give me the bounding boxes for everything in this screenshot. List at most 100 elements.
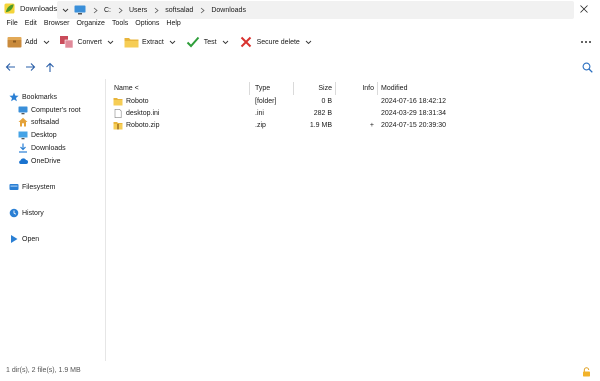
sidebar-bookmarks[interactable]: Bookmarks <box>9 91 57 103</box>
file-name: Roboto.zip <box>126 122 160 129</box>
history-icon <box>9 208 19 218</box>
breadcrumb-separator <box>150 1 162 19</box>
add-label: Add <box>25 38 38 46</box>
folder-icon <box>113 98 123 106</box>
secure-delete-label: Secure delete <box>256 38 300 46</box>
file-info: + <box>369 122 374 129</box>
chevron-down-icon <box>169 40 176 44</box>
sidebar-open-label: Open <box>22 235 40 243</box>
sidebar-item-computers-root[interactable]: Computer's root <box>18 104 81 116</box>
file-name: Roboto <box>126 98 149 105</box>
home-icon <box>18 117 28 127</box>
sidebar-item-label: Desktop <box>31 131 57 139</box>
column-header-size[interactable]: Size <box>295 84 332 94</box>
breadcrumb-softsalad[interactable]: softsalad <box>162 7 196 14</box>
test-dropdown-button[interactable] <box>219 32 233 52</box>
sidebar: Bookmarks Computer's root softsalad Desk… <box>0 79 106 361</box>
add-dropdown-button[interactable] <box>39 32 53 52</box>
archive-box-icon <box>7 35 22 49</box>
convert-dropdown-button[interactable] <box>104 32 118 52</box>
file-row[interactable]: Roboto [folder] 0 B 2024-07-16 18:42:12 <box>107 96 600 107</box>
status-bar: 1 dir(s), 2 file(s), 1.9 MB <box>0 363 600 381</box>
sidebar-filesystem-label: Filesystem <box>22 183 56 191</box>
file-modified: 2024-03-29 18:31:34 <box>381 110 446 117</box>
up-button[interactable] <box>40 57 60 77</box>
column-divider[interactable] <box>377 82 378 95</box>
computer-icon <box>74 5 86 15</box>
sidebar-item-onedrive[interactable]: OneDrive <box>18 155 61 167</box>
breadcrumb-separator <box>89 1 101 19</box>
app-window: Downloads File Edit Browser Organize Too… <box>0 0 600 381</box>
sidebar-history-label: History <box>22 209 44 217</box>
file-type: .zip <box>255 122 266 129</box>
star-icon <box>9 92 19 102</box>
chevron-down-icon <box>62 8 68 12</box>
download-icon <box>18 143 28 153</box>
folder-open-icon <box>124 35 139 49</box>
menu-edit[interactable]: Edit <box>21 17 40 30</box>
lock-icon[interactable] <box>582 367 591 377</box>
delete-x-icon <box>239 35 254 49</box>
search-button[interactable] <box>580 59 594 75</box>
sidebar-item-softsalad[interactable]: softsalad <box>18 116 59 128</box>
secure-delete-dropdown-button[interactable] <box>302 32 316 52</box>
menu-file[interactable]: File <box>3 17 21 30</box>
breadcrumb-users[interactable]: Users <box>126 7 150 14</box>
chevron-down-icon <box>43 40 50 44</box>
status-text: 1 dir(s), 2 file(s), 1.9 MB <box>6 367 81 374</box>
extract-dropdown-button[interactable] <box>166 32 180 52</box>
column-divider[interactable] <box>335 82 336 95</box>
chevron-down-icon <box>306 40 312 44</box>
more-dots-icon <box>581 41 591 43</box>
sidebar-filesystem[interactable]: Filesystem <box>9 181 55 193</box>
convert-button[interactable]: Convert <box>57 32 104 52</box>
column-divider[interactable] <box>249 82 250 95</box>
arrow-left-icon <box>5 63 15 71</box>
file-modified: 2024-07-16 18:42:12 <box>381 98 446 105</box>
back-button[interactable] <box>0 57 20 77</box>
file-name: desktop.ini <box>126 110 160 117</box>
column-header-name[interactable]: Name < <box>114 84 139 94</box>
computer-icon <box>18 105 28 115</box>
sidebar-open[interactable]: Open <box>9 233 39 245</box>
app-logo-icon <box>4 3 15 14</box>
test-label: Test <box>203 38 217 46</box>
convert-label: Convert <box>77 38 102 46</box>
zip-folder-icon <box>113 122 123 130</box>
toolbar: Add Convert Extract Test Secure delete <box>0 31 600 53</box>
drive-icon <box>9 182 19 192</box>
breadcrumb-separator <box>114 1 126 19</box>
window-title: Downloads <box>20 4 58 13</box>
more-options-button[interactable] <box>578 34 594 50</box>
column-header-modified[interactable]: Modified <box>381 84 407 94</box>
column-header-info[interactable]: Info <box>337 84 374 94</box>
sidebar-history[interactable]: History <box>9 207 44 219</box>
add-button[interactable]: Add <box>5 32 39 52</box>
address-bar[interactable]: C: Users softsalad Downloads <box>57 1 574 19</box>
file-row[interactable]: desktop.ini .ini 282 B 2024-03-29 18:31:… <box>107 108 600 119</box>
file-icon <box>114 109 122 118</box>
extract-button[interactable]: Extract <box>122 32 166 52</box>
extract-label: Extract <box>141 38 164 46</box>
sidebar-item-label: Computer's root <box>31 106 81 114</box>
close-icon <box>580 4 588 13</box>
play-icon <box>9 234 19 244</box>
forward-button[interactable] <box>20 57 40 77</box>
test-button[interactable]: Test <box>184 32 219 52</box>
navigation-bar <box>0 57 600 77</box>
file-row[interactable]: Roboto.zip .zip 1.9 MB + 2024-07-15 20:3… <box>107 120 600 131</box>
column-divider[interactable] <box>293 82 294 95</box>
cloud-icon <box>18 156 28 166</box>
chevron-down-icon <box>108 40 114 44</box>
column-header-type[interactable]: Type <box>255 84 270 94</box>
breadcrumb-c-drive[interactable]: C: <box>101 7 114 14</box>
breadcrumb-downloads[interactable]: Downloads <box>208 7 249 14</box>
file-type: .ini <box>255 110 264 117</box>
sidebar-bookmarks-label: Bookmarks <box>22 93 58 101</box>
sidebar-item-desktop[interactable]: Desktop <box>18 129 57 141</box>
checkmark-icon <box>186 35 201 49</box>
secure-delete-button[interactable]: Secure delete <box>237 32 302 52</box>
breadcrumb-separator <box>196 1 208 19</box>
sidebar-item-downloads[interactable]: Downloads <box>18 142 66 154</box>
history-dropdown-button[interactable] <box>59 1 71 19</box>
